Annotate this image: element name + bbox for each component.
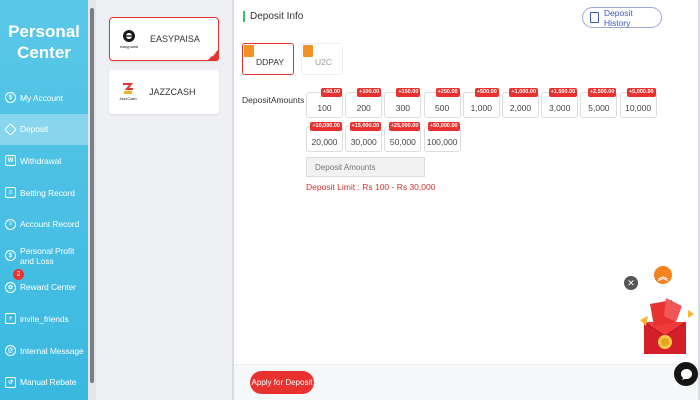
deposit-history-label: Deposit History [603, 7, 633, 28]
chat-icon[interactable] [674, 362, 698, 386]
withdrawal-icon: W [5, 155, 16, 167]
amount-chip[interactable]: +50,000.00 100,000 [423, 122, 461, 152]
sidebar-item-deposit[interactable]: Deposit [0, 113, 88, 146]
document-icon [590, 12, 599, 23]
reward-badge: 2 [13, 268, 24, 280]
method-jazzcash[interactable]: JazzCash JAZZCASH [109, 70, 219, 114]
deposit-amounts-label: DepositAmounts : [242, 95, 310, 105]
jazzcash-logo-mark [123, 83, 134, 94]
sidebar-item-reward-center[interactable]: ✿ 2 Reward Center [0, 268, 88, 304]
amount-value: 100 [317, 103, 332, 113]
deposit-amount-input[interactable] [306, 157, 425, 177]
bonus-tag: +150.00 [396, 88, 421, 97]
scroll-top-icon[interactable]: ︽ [654, 266, 672, 284]
method-easypaisa[interactable]: easypaisa EASYPAISA ✓ [109, 17, 219, 61]
sidebar-item-withdrawal[interactable]: W Withdrawal [0, 145, 88, 177]
easypaisa-logo-mark [123, 30, 135, 42]
amount-value: 500 [435, 103, 450, 113]
message-icon: @ [5, 345, 16, 357]
bonus-tag: +10,000.00 [310, 122, 342, 131]
sidebar: Personal Center $ My Account Deposit W W… [0, 0, 88, 400]
sidebar-item-invite-friends[interactable]: + invite_friends [0, 303, 88, 335]
check-icon: ✓ [211, 52, 217, 59]
channel-flag-icon [303, 45, 313, 57]
deposit-header: Deposit Info [243, 11, 303, 22]
account-icon: $ [5, 92, 16, 104]
sidebar-item-profit-loss[interactable]: $ Personal Profit and Loss [0, 240, 88, 272]
payment-method-panel: easypaisa EASYPAISA ✓ JazzCash JAZZCASH [96, 0, 232, 400]
sidebar-item-internal-message[interactable]: @ Internal Message [0, 335, 88, 367]
bonus-tag: +50,000.00 [427, 122, 460, 131]
amount-chip[interactable]: +1,500.00 3,000 [541, 88, 579, 118]
profit-loss-icon: $ [5, 250, 16, 262]
amount-chip[interactable]: +150.00 300 [384, 88, 422, 118]
amount-value: 5,000 [588, 103, 610, 113]
deposit-history-button[interactable]: Deposit History [582, 7, 662, 28]
easypaisa-logo-text: easypaisa [119, 44, 138, 49]
amount-value: 3,000 [549, 103, 571, 113]
amount-value: 20,000 [311, 137, 338, 147]
bonus-tag: +500.00 [474, 88, 499, 97]
header-accent-bar [243, 11, 245, 22]
reward-icon: ✿ [5, 281, 16, 293]
amount-chip[interactable]: +100.00 200 [345, 88, 383, 118]
amount-chip[interactable]: +50.00 100 [306, 88, 343, 118]
amount-chip[interactable]: +2,500.00 5,000 [580, 88, 618, 118]
method-name-jazzcash: JAZZCASH [149, 87, 196, 97]
amount-chip[interactable]: +500.00 1,000 [462, 88, 500, 118]
channel-u2c-label: U2C [315, 57, 333, 67]
bonus-tag: +5,000.00 [626, 88, 656, 97]
channel-ddpay-label: DDPAY [256, 57, 285, 67]
channel-flag-icon [244, 45, 254, 57]
amount-chip[interactable]: +250.00 500 [423, 88, 461, 118]
method-name-easypaisa: EASYPAISA [150, 34, 200, 44]
amount-chip[interactable]: +10,000.00 20,000 [306, 122, 343, 152]
amount-value: 50,000 [389, 137, 416, 147]
deposit-main: Deposit Info Deposit History DDPAY U2C D… [234, 0, 698, 400]
amount-chip[interactable]: +25,000.00 50,000 [384, 122, 422, 152]
jazzcash-logo: JazzCash [117, 79, 139, 105]
sidebar-title: Personal Center [8, 22, 80, 62]
amount-chip[interactable]: +1,000.00 2,000 [502, 88, 539, 118]
amount-value: 10,000 [625, 103, 652, 113]
account-record-icon: ≡ [5, 218, 16, 230]
sidebar-item-account-record[interactable]: ≡ Account Record [0, 208, 88, 240]
amount-value: 2,000 [509, 103, 532, 113]
jazzcash-logo-text: JazzCash [119, 96, 137, 101]
easypaisa-logo: easypaisa [118, 26, 140, 52]
bonus-tag: +2,500.00 [587, 88, 617, 97]
rebate-icon: ↺ [5, 376, 16, 388]
deposit-icon [4, 123, 17, 136]
sidebar-item-betting-record[interactable]: ≡ Betting Record [0, 177, 88, 209]
sidebar-item-my-account[interactable]: $ My Account [0, 82, 88, 114]
bonus-tag: +1,000.00 [509, 88, 538, 97]
channel-ddpay[interactable]: DDPAY [242, 43, 294, 75]
amount-chip[interactable]: +15,000.00 30,000 [345, 122, 383, 152]
bottom-bar: Apply for Deposit [234, 364, 698, 400]
deposit-title: Deposit Info [250, 11, 304, 22]
amount-chip[interactable]: +5,000.00 10,000 [619, 88, 657, 118]
channel-u2c[interactable]: U2C [301, 43, 343, 75]
deposit-limit: Deposit Limit : Rs 100 - Rs 30,000 [306, 182, 436, 192]
chat-bubble-icon [680, 368, 692, 380]
apply-deposit-button[interactable]: Apply for Deposit [250, 371, 314, 394]
amount-value: 1,000 [470, 103, 492, 113]
betting-record-icon: ≡ [5, 187, 16, 199]
bonus-tag: +25,000.00 [388, 122, 421, 131]
close-promo-icon[interactable]: ✕ [624, 276, 638, 290]
red-envelope-icon[interactable] [636, 296, 694, 358]
amount-value: 300 [395, 103, 410, 113]
amount-value: 100,000 [426, 137, 458, 147]
amount-value: 200 [356, 103, 371, 113]
bonus-tag: +1,500.00 [548, 88, 578, 97]
invite-icon: + [5, 313, 16, 325]
sidebar-scrollbar-thumb[interactable] [90, 8, 94, 383]
bonus-tag: +15,000.00 [349, 122, 382, 131]
bonus-tag: +250.00 [435, 88, 460, 97]
bonus-tag: +50.00 [321, 88, 342, 97]
sidebar-item-manual-rebate[interactable]: ↺ Manual Rebate [0, 366, 88, 398]
bonus-tag: +100.00 [357, 88, 382, 97]
amount-value: 30,000 [350, 137, 377, 147]
